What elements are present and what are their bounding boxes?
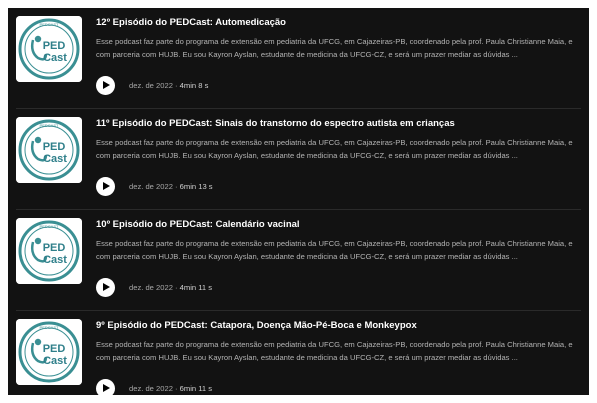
meta-separator: · <box>172 283 180 292</box>
episode-cover-image[interactable]: PEDCAST PED Cast <box>16 16 82 82</box>
cover-top-text: PEDCAST <box>40 22 59 27</box>
episode-title[interactable]: 9º Episódio do PEDCast: Catapora, Doença… <box>96 320 581 331</box>
episode-row[interactable]: PEDCAST PED Cast 9º Episódio do PEDCast:… <box>8 311 589 395</box>
episode-title[interactable]: 10º Episódio do PEDCast: Calendário vaci… <box>96 219 581 230</box>
episode-duration: 4min 11 s <box>179 283 213 292</box>
play-button[interactable] <box>96 76 115 95</box>
episode-duration: 6min 13 s <box>179 182 213 191</box>
cover-logo-line1: PED <box>43 343 66 355</box>
episode-row[interactable]: PEDCAST PED Cast 11º Episódio do PEDCast… <box>8 109 589 210</box>
cover-logo-line2: Cast <box>43 355 67 367</box>
cover-top-text: PEDCAST <box>40 224 59 229</box>
episode-row[interactable]: PEDCAST PED Cast 10º Episódio do PEDCast… <box>8 210 589 311</box>
play-button[interactable] <box>96 278 115 297</box>
episode-meta: dez. de 2022 · 6min 11 s <box>129 384 212 393</box>
play-button[interactable] <box>96 177 115 196</box>
stethoscope-logo-icon: PEDCAST PED Cast <box>16 319 82 385</box>
episode-row[interactable]: PEDCAST PED Cast 12º Episódio do PEDCast… <box>8 8 589 109</box>
cover-logo-line1: PED <box>43 40 66 52</box>
episode-title[interactable]: 11º Episódio do PEDCast: Sinais do trans… <box>96 118 581 129</box>
episode-cover-image[interactable]: PEDCAST PED Cast <box>16 117 82 183</box>
episode-description: Esse podcast faz parte do programa de ex… <box>96 37 573 59</box>
episode-meta: dez. de 2022 · 4min 11 s <box>129 283 212 292</box>
meta-separator: · <box>172 81 180 90</box>
cover-top-text: PEDCAST <box>40 325 59 330</box>
episode-title[interactable]: 12º Episódio do PEDCast: Automedicação <box>96 17 581 28</box>
stethoscope-logo-icon: PEDCAST PED Cast <box>16 218 82 284</box>
cover-top-text: PEDCAST <box>40 123 59 128</box>
meta-separator: · <box>172 182 180 191</box>
episode-description: Esse podcast faz parte do programa de ex… <box>96 239 573 261</box>
cover-logo-line1: PED <box>43 141 66 153</box>
cover-logo-line2: Cast <box>43 52 67 64</box>
episode-date: dez. de 2022 <box>129 81 173 90</box>
play-button[interactable] <box>96 379 115 395</box>
episode-meta: dez. de 2022 · 4min 8 s <box>129 81 208 90</box>
episode-date: dez. de 2022 <box>129 283 173 292</box>
meta-separator: · <box>172 384 180 393</box>
stethoscope-logo-icon: PEDCAST PED Cast <box>16 16 82 82</box>
episode-meta: dez. de 2022 · 6min 13 s <box>129 182 213 191</box>
cover-logo-line1: PED <box>43 242 66 254</box>
cover-logo-line2: Cast <box>43 254 67 266</box>
episode-description: Esse podcast faz parte do programa de ex… <box>96 138 573 160</box>
episode-cover-image[interactable]: PEDCAST PED Cast <box>16 319 82 385</box>
episode-date: dez. de 2022 <box>129 384 173 393</box>
episode-description: Esse podcast faz parte do programa de ex… <box>96 340 573 362</box>
stethoscope-logo-icon: PEDCAST PED Cast <box>16 117 82 183</box>
episode-duration: 6min 11 s <box>179 384 213 393</box>
episode-list: PEDCAST PED Cast 12º Episódio do PEDCast… <box>8 8 589 395</box>
cover-logo-line2: Cast <box>43 153 67 165</box>
episode-cover-image[interactable]: PEDCAST PED Cast <box>16 218 82 284</box>
episode-date: dez. de 2022 <box>129 182 173 191</box>
episode-duration: 4min 8 s <box>179 81 209 90</box>
